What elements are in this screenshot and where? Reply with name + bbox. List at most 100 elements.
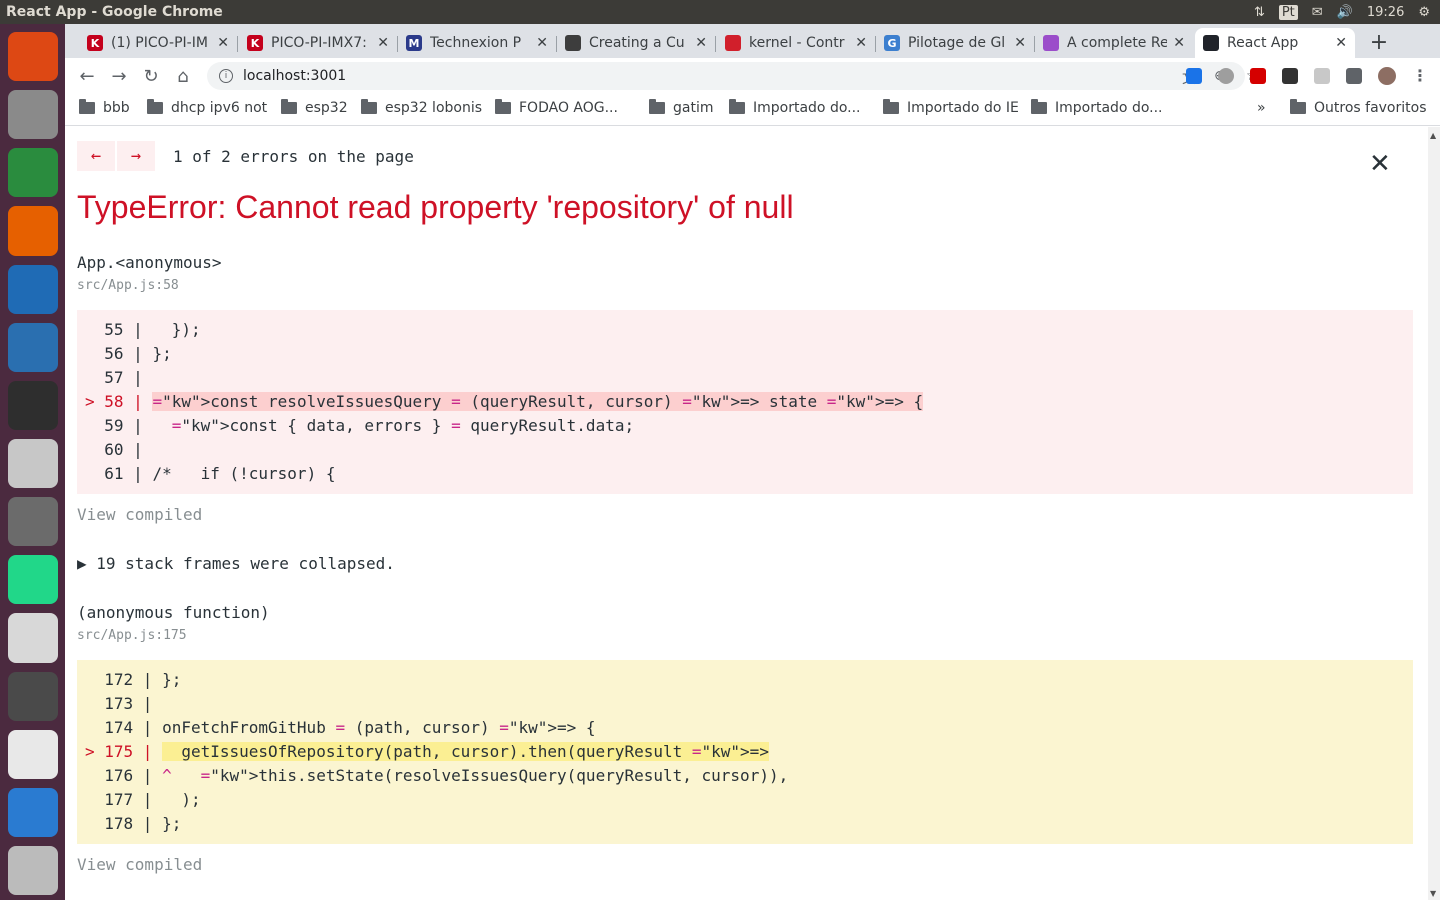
back-button[interactable]: ← xyxy=(71,60,103,92)
folder-icon xyxy=(1290,99,1306,114)
tab-2[interactable]: M Technexion P ✕ xyxy=(398,28,556,58)
language-indicator[interactable]: Pt xyxy=(1278,4,1298,20)
extension-icon[interactable] xyxy=(1250,68,1266,84)
files-launcher-icon[interactable] xyxy=(7,90,58,140)
thunderbird-launcher-icon[interactable] xyxy=(7,322,58,372)
menu-icon[interactable]: ⋮ xyxy=(1412,66,1428,85)
launcher xyxy=(0,24,65,900)
software-launcher-icon[interactable] xyxy=(7,438,58,489)
scrollbar[interactable]: ▲ ▼ xyxy=(1428,127,1440,900)
text-editor-launcher-icon[interactable] xyxy=(7,613,58,663)
extension-icon[interactable] xyxy=(1314,68,1330,84)
tab-favicon-icon: K xyxy=(87,35,103,51)
tab-favicon-icon: G xyxy=(884,35,900,51)
extensions-puzzle-icon[interactable] xyxy=(1346,68,1362,84)
tab-close-icon[interactable]: ✕ xyxy=(377,35,389,51)
view-compiled-link[interactable]: View compiled xyxy=(77,505,202,524)
close-icon[interactable]: ✕ xyxy=(1369,149,1391,179)
error-overlay: ← → 1 of 2 errors on the page ✕ TypeErro… xyxy=(65,127,1428,900)
code-text: onFetchFromGitHub = (path, cursor) ="kw"… xyxy=(162,718,596,737)
tab-close-icon[interactable]: ✕ xyxy=(536,35,548,51)
tab-title: PICO-PI-IMX7: xyxy=(271,35,367,51)
tab-7[interactable]: React App ✕ xyxy=(1195,28,1355,58)
vscode-launcher-icon[interactable] xyxy=(7,787,58,837)
bookmark-folder[interactable]: esp32 xyxy=(281,99,348,116)
extension-icon[interactable] xyxy=(1218,68,1234,84)
code-line: 178 | }; xyxy=(85,812,1405,836)
bookmark-folder[interactable]: esp32 lobonis xyxy=(361,99,482,116)
extension-icon[interactable] xyxy=(1186,68,1202,84)
stack-frame-location[interactable]: src/App.js:175 xyxy=(77,628,187,643)
updater-launcher-icon[interactable] xyxy=(7,671,58,721)
bookmark-label: gatim xyxy=(673,100,714,116)
previous-error-button[interactable]: ← xyxy=(77,141,115,171)
tab-3[interactable]: Creating a Cu ✕ xyxy=(557,28,715,58)
tab-6[interactable]: A complete Re ✕ xyxy=(1035,28,1193,58)
home-button[interactable]: ⌂ xyxy=(167,60,199,92)
tab-1[interactable]: K PICO-PI-IMX7: ✕ xyxy=(239,28,397,58)
folder-icon xyxy=(649,99,665,114)
tab-title: React App xyxy=(1227,35,1299,51)
code-line: 61 | /* if (!cursor) { xyxy=(85,462,1405,486)
folder-icon xyxy=(495,99,511,114)
ubuntu-dash-launcher-icon[interactable] xyxy=(7,32,58,82)
tab-close-icon[interactable]: ✕ xyxy=(217,35,229,51)
pycharm-launcher-icon[interactable] xyxy=(7,555,58,605)
code-line: 59 | ="kw">const { data, errors } = quer… xyxy=(85,414,1405,438)
tab-close-icon[interactable]: ✕ xyxy=(695,35,707,51)
tab-separator xyxy=(715,36,716,52)
keyboard-layout-icon[interactable]: ⇅ xyxy=(1254,5,1265,20)
bookmark-folder[interactable]: Importado do... xyxy=(1031,99,1163,116)
address-bar[interactable]: i localhost:3001 文 ⊕ ☆ xyxy=(207,62,1259,90)
extension-icon[interactable] xyxy=(1282,68,1298,84)
reload-button[interactable]: ↻ xyxy=(135,60,167,92)
tab-close-icon[interactable]: ✕ xyxy=(1014,35,1026,51)
bookmark-folder[interactable]: dhcp ipv6 not xyxy=(147,99,267,116)
bookmark-folder[interactable]: Importado do... xyxy=(729,99,861,116)
line-number: 60 | xyxy=(85,440,153,459)
chrome-launcher-icon[interactable] xyxy=(7,148,58,198)
tab-4[interactable]: kernel - Contr ✕ xyxy=(717,28,875,58)
collapsed-frames-toggle[interactable]: ▶ 19 stack frames were collapsed. xyxy=(77,554,395,573)
site-info-icon[interactable]: i xyxy=(219,69,233,83)
stack-frame-location[interactable]: src/App.js:58 xyxy=(77,278,179,293)
settings-launcher-icon[interactable] xyxy=(7,497,58,547)
gear-icon[interactable]: ⚙ xyxy=(1418,5,1430,20)
line-number: 173 | xyxy=(85,694,163,713)
line-number: > 175 | xyxy=(85,742,163,761)
tab-0[interactable]: K (1) PICO-PI-IM ✕ xyxy=(79,28,237,58)
bookmark-folder[interactable]: bbb xyxy=(79,99,130,116)
mail-icon[interactable]: ✉ xyxy=(1312,5,1323,20)
code-line: 176 | ^ ="kw">this.setState(resolveIssue… xyxy=(85,764,1405,788)
scroll-up-icon[interactable]: ▲ xyxy=(1430,131,1436,140)
tab-close-icon[interactable]: ✕ xyxy=(855,35,867,51)
view-compiled-link[interactable]: View compiled xyxy=(77,855,202,874)
next-error-button[interactable]: → xyxy=(117,141,155,171)
volume-icon[interactable]: 🔊 xyxy=(1337,5,1353,20)
writer-launcher-icon[interactable] xyxy=(7,264,58,314)
avatar[interactable] xyxy=(1378,67,1396,85)
bookmarks-overflow-button[interactable]: » xyxy=(1257,100,1266,116)
code-line: 57 | xyxy=(85,366,1405,390)
highlighted-code-line: > 58 | ="kw">const resolveIssuesQuery = … xyxy=(85,390,1405,414)
other-bookmarks-folder[interactable]: Outros favoritos xyxy=(1290,99,1427,116)
tab-5[interactable]: G Pilotage de Gl ✕ xyxy=(876,28,1034,58)
forward-button[interactable]: → xyxy=(103,60,135,92)
bookmark-folder[interactable]: Importado do IE xyxy=(883,99,1019,116)
clock[interactable]: 19:26 xyxy=(1367,5,1404,20)
terminal-launcher-icon[interactable] xyxy=(7,380,58,430)
bookmark-folder[interactable]: gatim xyxy=(649,99,714,116)
highlighted-code-line: > 175 | getIssuesOfRepository(path, curs… xyxy=(85,740,1405,764)
tab-close-icon[interactable]: ✕ xyxy=(1335,35,1347,51)
new-tab-button[interactable]: + xyxy=(1365,28,1393,56)
line-number: 178 | xyxy=(85,814,163,833)
code-line: 177 | ); xyxy=(85,788,1405,812)
workspaces-launcher-icon[interactable] xyxy=(7,845,58,896)
tab-close-icon[interactable]: ✕ xyxy=(1173,35,1185,51)
code-text: }); xyxy=(152,320,201,339)
tab-favicon-icon: K xyxy=(247,35,263,51)
document-viewer-launcher-icon[interactable] xyxy=(7,729,58,779)
scroll-down-icon[interactable]: ▼ xyxy=(1430,889,1436,898)
bookmark-folder[interactable]: FODAO AOG... xyxy=(495,99,618,116)
firefox-launcher-icon[interactable] xyxy=(7,206,58,256)
